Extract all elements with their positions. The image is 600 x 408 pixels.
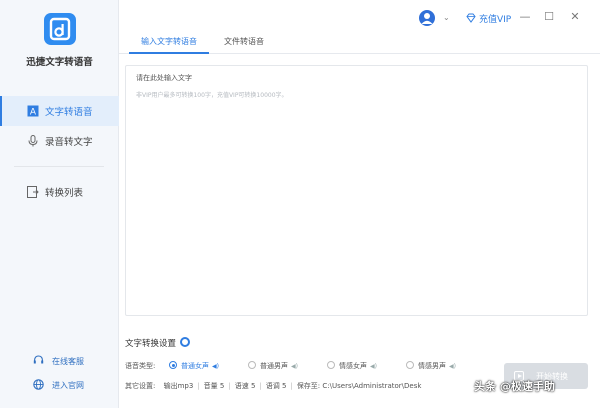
sidebar-item-label: 文字转语音: [45, 107, 93, 118]
sidebar-item-label: 转换列表: [45, 188, 84, 199]
globe-icon: [33, 379, 44, 390]
save-path[interactable]: 保存至: C:\Users\Administrator\Desk: [297, 382, 422, 390]
speaker-icon[interactable]: ◀): [449, 363, 456, 370]
voice-type-row: 语音类型: 普通女声 ◀) 普通男声 ◀) 情感女声 ◀) 情感男声 ◀): [125, 361, 485, 373]
recharge-vip-button[interactable]: 充值VIP: [466, 12, 511, 25]
text-input-placeholder: 请在此处输入文字: [136, 74, 192, 82]
divider: |: [228, 382, 231, 390]
close-button[interactable]: ✕: [568, 10, 582, 24]
sidebar-footer-label: 进入官网: [52, 381, 84, 390]
chevron-down-icon[interactable]: ⌄: [443, 13, 450, 22]
sidebar-divider: [14, 166, 104, 167]
divider: |: [197, 382, 200, 390]
text-to-speech-icon: A: [27, 105, 39, 117]
sidebar-item-speech-to-text[interactable]: 录音转文字: [0, 126, 119, 156]
sidebar: 迅捷文字转语音 A 文字转语音 录音转文字 转换列表 在线客服 进入官网: [0, 0, 119, 408]
sidebar-item-label: 录音转文字: [45, 137, 93, 148]
vip-label: 充值VIP: [479, 15, 512, 25]
radio-selected-icon: [169, 361, 177, 369]
app-logo-icon: [44, 13, 76, 45]
svg-text:A: A: [30, 108, 37, 118]
radio-icon: [406, 361, 414, 369]
title-bar: ⌄ 充值VIP — ☐ ✕: [119, 0, 600, 34]
user-avatar-icon[interactable]: [419, 10, 435, 26]
microphone-icon: [28, 135, 38, 147]
pitch-setting[interactable]: 语调 5: [266, 382, 287, 390]
app-name: 迅捷文字转语音: [26, 57, 93, 68]
sidebar-footer-label: 在线客服: [52, 357, 84, 366]
voice-type-label: 语音类型:: [125, 362, 156, 370]
customer-service-icon: [33, 355, 44, 364]
voice-option-emotion-male[interactable]: 情感男声 ◀): [406, 361, 456, 371]
voice-option-normal-female[interactable]: 普通女声 ◀): [169, 361, 219, 371]
other-settings-label: 其它设置:: [125, 382, 156, 390]
sidebar-item-text-to-speech[interactable]: A 文字转语音: [0, 96, 119, 126]
settings-title: 文字转换设置: [125, 337, 191, 349]
sidebar-footer-website[interactable]: 进入官网: [0, 376, 119, 394]
output-format[interactable]: 输出mp3: [164, 382, 194, 390]
radio-icon: [248, 361, 256, 369]
tab-file-to-speech[interactable]: 文件转语音: [214, 35, 274, 54]
voice-option-label: 普通男声: [260, 362, 288, 370]
other-settings-row: 其它设置: 输出mp3 | 音量 5 | 语速 5 | 语调 5 | 保存至: C:\Users…: [125, 381, 495, 391]
speaker-icon[interactable]: ◀): [370, 363, 377, 370]
speaker-icon[interactable]: ◀): [212, 363, 219, 370]
text-input-area[interactable]: 请在此处输入文字 非VIP用户最多可转换100字，充值VIP可转换10000字。: [125, 65, 588, 316]
tab-input-text-to-speech[interactable]: 输入文字转语音: [129, 35, 209, 54]
sidebar-item-convert-list[interactable]: 转换列表: [0, 177, 119, 207]
voice-option-normal-male[interactable]: 普通男声 ◀): [248, 361, 298, 371]
sidebar-footer-customer-service[interactable]: 在线客服: [0, 352, 119, 370]
voice-option-emotion-female[interactable]: 情感女声 ◀): [327, 361, 377, 371]
maximize-button[interactable]: ☐: [542, 10, 556, 24]
volume-setting[interactable]: 音量 5: [204, 382, 225, 390]
radio-icon: [327, 361, 335, 369]
minimize-button[interactable]: —: [518, 10, 532, 24]
settings-gear-icon[interactable]: [180, 337, 191, 347]
settings-title-text: 文字转换设置: [125, 339, 177, 349]
watermark: 头条 @极速手助: [474, 380, 555, 393]
voice-option-label: 情感男声: [418, 362, 446, 370]
voice-option-label: 情感女声: [339, 362, 367, 370]
speaker-icon[interactable]: ◀): [291, 363, 298, 370]
divider: |: [259, 382, 262, 390]
divider: |: [290, 382, 293, 390]
tab-bar: 输入文字转语音 文件转语音: [119, 32, 600, 54]
list-icon: [27, 186, 39, 198]
app-window: 迅捷文字转语音 A 文字转语音 录音转文字 转换列表 在线客服 进入官网 ⌄ 充…: [0, 0, 600, 408]
speed-setting[interactable]: 语速 5: [235, 382, 256, 390]
diamond-icon: [466, 13, 476, 23]
text-limit-hint: 非VIP用户最多可转换100字，充值VIP可转换10000字。: [136, 92, 288, 99]
voice-option-label: 普通女声: [181, 362, 209, 370]
